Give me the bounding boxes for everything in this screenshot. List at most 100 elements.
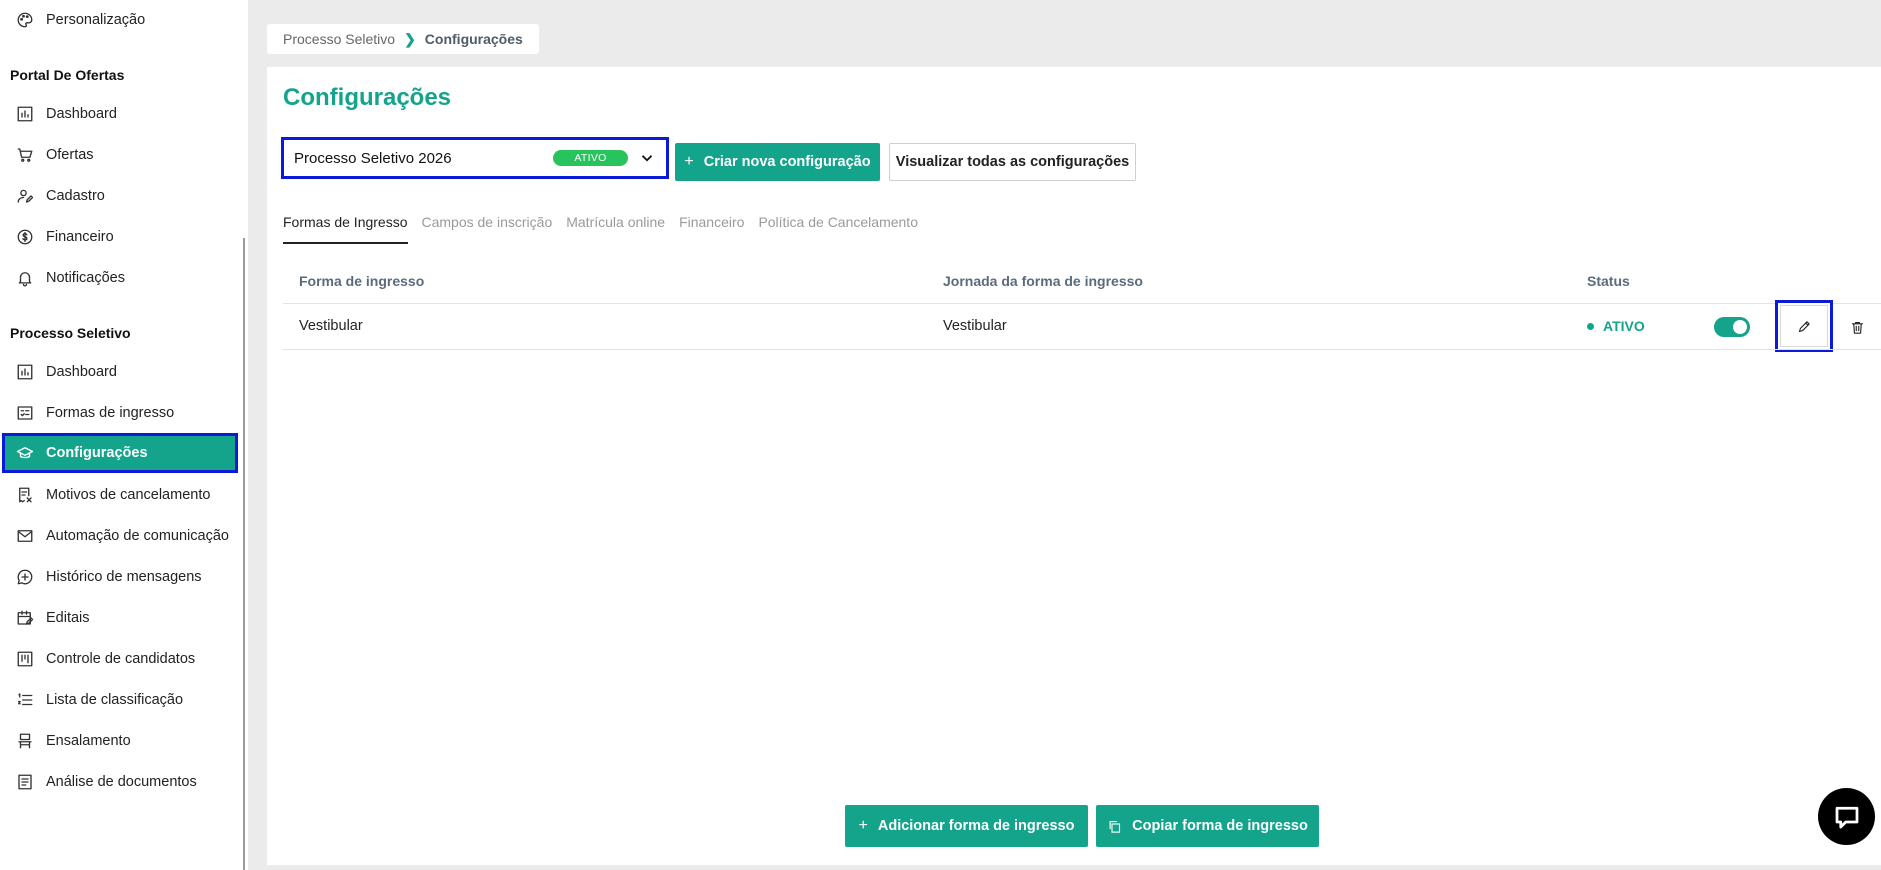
sidebar-item-cadastro[interactable]: Cadastro [2, 176, 238, 216]
tab-politica-de-cancelamento[interactable]: Política de Cancelamento [758, 214, 918, 244]
edit-button[interactable] [1775, 300, 1833, 352]
user-edit-icon [15, 186, 35, 206]
sidebar-item-label: Ensalamento [46, 733, 131, 749]
sidebar-item-ensalamento[interactable]: Ensalamento [2, 721, 238, 761]
sidebar-item-label: Cadastro [46, 188, 105, 204]
sidebar-item-label: Ofertas [46, 147, 94, 163]
breadcrumb-parent-link[interactable]: Processo Seletivo [283, 31, 395, 47]
plus-icon: + [858, 817, 868, 834]
sidebar-item-editais[interactable]: Editais [2, 598, 238, 638]
sidebar-item-label: Formas de ingresso [46, 405, 175, 421]
sidebar-item-configuracoes[interactable]: Configurações [2, 433, 238, 473]
status-indicator: ATIVO [1587, 318, 1645, 334]
palette-icon [15, 10, 35, 30]
sidebar-item-formas-de-ingresso[interactable]: Formas de ingresso [2, 393, 238, 433]
chart-icon [15, 104, 35, 124]
table-divider [283, 303, 1881, 304]
sidebar-item-processo-dashboard[interactable]: Dashboard [2, 352, 238, 392]
sidebar-item-label: Controle de candidatos [46, 651, 196, 667]
form-list-icon [15, 403, 35, 423]
sidebar-item-label: Dashboard [46, 106, 117, 122]
sidebar-item-label: Análise de documentos [46, 774, 197, 790]
ordered-list-icon [15, 690, 35, 710]
plus-icon: + [684, 153, 694, 170]
receipt-cancel-icon [15, 485, 35, 505]
status-dot-icon [1587, 322, 1594, 330]
sidebar-item-automacao-de-comunicacao[interactable]: Automação de comunicação [2, 516, 238, 556]
sidebar: Personalização Portal De Ofertas Dashboa… [0, 0, 248, 870]
config-select-value: Processo Seletivo 2026 [294, 149, 452, 167]
breadcrumb: Processo Seletivo ❯ Configurações [267, 24, 539, 54]
board-icon [15, 649, 35, 669]
sidebar-scrollbar[interactable] [243, 238, 245, 870]
sidebar-item-label: Personalização [46, 12, 146, 28]
sidebar-item-historico-de-mensagens[interactable]: Histórico de mensagens [2, 557, 238, 597]
add-ingresso-label: Adicionar forma de ingresso [877, 818, 1075, 834]
sidebar-item-label: Financeiro [46, 229, 114, 245]
tab-matricula-online[interactable]: Matrícula online [566, 214, 665, 244]
sidebar-item-analise-de-documentos[interactable]: Análise de documentos [2, 762, 238, 802]
sidebar-item-label: Histórico de mensagens [46, 569, 202, 585]
sidebar-item-lista-de-classificacao[interactable]: Lista de classificação [2, 680, 238, 720]
sidebar-section-title: Portal De Ofertas [10, 67, 125, 83]
main-content: Configurações Processo Seletivo 2026 ATI… [267, 67, 1881, 865]
sidebar-item-label: Editais [46, 610, 90, 626]
chat-button[interactable] [1818, 788, 1875, 845]
column-header-status: Status [1587, 273, 1630, 289]
breadcrumb-current: Configurações [424, 31, 523, 47]
sidebar-item-motivos-de-cancelamento[interactable]: Motivos de cancelamento [2, 475, 238, 515]
copy-ingresso-button[interactable]: Copiar forma de ingresso [1096, 805, 1319, 847]
chevron-down-icon [638, 149, 656, 167]
add-ingresso-button[interactable]: + Adicionar forma de ingresso [845, 805, 1088, 847]
table-divider [283, 349, 1881, 350]
chart-icon [15, 362, 35, 382]
sidebar-item-label: Lista de classificação [46, 692, 184, 708]
sidebar-item-ofertas[interactable]: Ofertas [2, 135, 238, 175]
sidebar-section-title: Processo Seletivo [10, 325, 131, 341]
copy-icon [1107, 819, 1132, 834]
delete-button[interactable] [1847, 317, 1867, 337]
sidebar-item-portal-financeiro[interactable]: Financeiro [2, 217, 238, 257]
tab-formas-de-ingresso[interactable]: Formas de Ingresso [283, 214, 408, 244]
page-title: Configurações [283, 84, 452, 111]
sidebar-item-portal-dashboard[interactable]: Dashboard [2, 94, 238, 134]
create-config-button[interactable]: + Criar nova configuração [675, 143, 880, 181]
trash-icon [1850, 320, 1865, 335]
calendar-edit-icon [15, 608, 35, 628]
document-icon [15, 772, 35, 792]
sidebar-item-label: Automação de comunicação [46, 528, 229, 544]
active-toggle[interactable] [1714, 317, 1750, 337]
sidebar-item-label: Configurações [46, 445, 148, 461]
dollar-icon [15, 227, 35, 247]
tab-financeiro[interactable]: Financeiro [679, 214, 744, 244]
status-text: ATIVO [1603, 318, 1645, 334]
sidebar-item-label: Dashboard [46, 364, 117, 380]
mail-icon [15, 526, 35, 546]
copy-ingresso-label: Copiar forma de ingresso [1132, 818, 1308, 834]
chevron-right-icon: ❯ [404, 30, 416, 47]
chat-bubble-icon [1832, 802, 1862, 832]
tab-campos-de-inscricao[interactable]: Campos de inscrição [422, 214, 553, 244]
column-header-forma: Forma de ingresso [299, 273, 425, 289]
sidebar-item-label: Motivos de cancelamento [46, 487, 211, 503]
sidebar-item-notificacoes[interactable]: Notificações [2, 258, 238, 298]
table-cell-jornada: Vestibular [943, 318, 1007, 334]
pencil-icon [1780, 305, 1828, 347]
config-select[interactable]: Processo Seletivo 2026 ATIVO [281, 137, 669, 179]
seat-icon [15, 731, 35, 751]
create-config-label: Criar nova configuração [703, 154, 871, 170]
status-badge: ATIVO [553, 150, 628, 166]
message-plus-icon [15, 567, 35, 587]
table-cell-forma: Vestibular [299, 318, 363, 334]
view-all-configs-button[interactable]: Visualizar todas as configurações [889, 143, 1136, 181]
bell-icon [15, 268, 35, 288]
tabs: Formas de Ingresso Campos de inscrição M… [283, 214, 932, 244]
column-header-jornada: Jornada da forma de ingresso [943, 273, 1143, 289]
toggle-knob [1733, 320, 1747, 334]
sidebar-item-controle-de-candidatos[interactable]: Controle de candidatos [2, 639, 238, 679]
view-all-configs-label: Visualizar todas as configurações [895, 154, 1130, 170]
graduation-cap-icon [15, 443, 35, 463]
cart-icon [15, 145, 35, 165]
sidebar-item-personalizacao[interactable]: Personalização [2, 0, 238, 40]
sidebar-item-label: Notificações [46, 270, 125, 286]
